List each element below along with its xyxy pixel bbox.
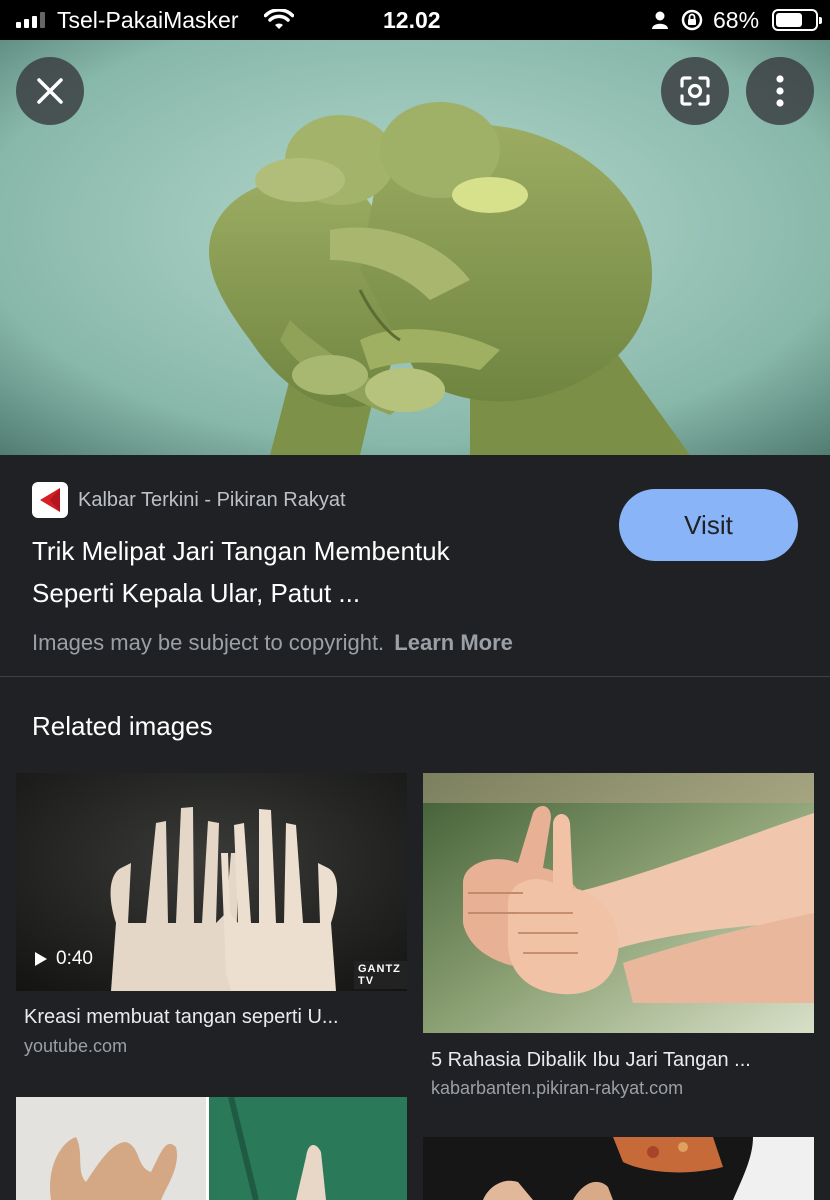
carrier-name: Tsel-PakaiMasker [57,7,239,33]
result-title-line1: Trik Melipat Jari Tangan Membentuk [32,536,450,566]
person-icon [652,11,668,29]
divider [0,676,830,677]
more-options-button[interactable] [746,57,814,125]
video-duration: 0:40 [56,948,93,969]
related-images-heading: Related images [32,711,213,741]
related-image-2-caption[interactable]: 5 Rahasia Dibalik Ibu Jari Tangan ... [431,1049,806,1072]
watermark-logo: GANTZ TV [354,961,407,989]
learn-more-link[interactable]: Learn More [394,630,513,655]
related-image-1-domain: youtube.com [24,1036,128,1056]
lens-button[interactable] [661,57,729,125]
signal-icon [16,12,45,28]
play-icon [35,952,47,966]
visit-button[interactable]: Visit [619,489,798,561]
battery-percent: 68% [713,7,760,33]
copyright-notice: Images may be subject to copyright. Lear… [32,630,513,656]
wifi-icon [264,9,294,29]
source-logo-icon [32,482,68,518]
video-duration-badge: 0:40 [34,948,93,970]
related-image-2-domain: kabarbanten.pikiran-rakyat.com [431,1078,684,1098]
copyright-text: Images may be subject to copyright. [32,630,385,655]
status-bar: Tsel-PakaiMasker 12.02 68% [0,0,830,40]
related-image-2[interactable] [423,773,814,1033]
related-image-3-photo [16,1097,407,1200]
related-image-1[interactable]: 0:40 GANTZ TV [16,773,407,991]
lens-icon [680,76,710,106]
close-button[interactable] [16,57,84,125]
source-name: Kalbar Terkini - Pikiran Rakyat [78,488,346,511]
rotation-lock-icon [681,9,703,31]
battery-icon [772,9,822,31]
source-row[interactable]: Kalbar Terkini - Pikiran Rakyat [32,482,346,518]
result-title[interactable]: Trik Melipat Jari Tangan Membentuk Seper… [32,530,592,614]
more-vertical-icon [776,75,784,107]
hero-image [0,40,830,455]
related-image-3[interactable] [16,1097,407,1200]
related-image-2-photo [423,773,814,1033]
related-image-4-photo [423,1137,814,1200]
related-image-1-caption[interactable]: Kreasi membuat tangan seperti U... [24,1006,399,1029]
close-icon [37,78,63,104]
related-image-4[interactable] [423,1137,814,1200]
clock: 12.02 [383,7,441,33]
result-title-line2: Seperti Kepala Ular, Patut ... [32,578,361,608]
